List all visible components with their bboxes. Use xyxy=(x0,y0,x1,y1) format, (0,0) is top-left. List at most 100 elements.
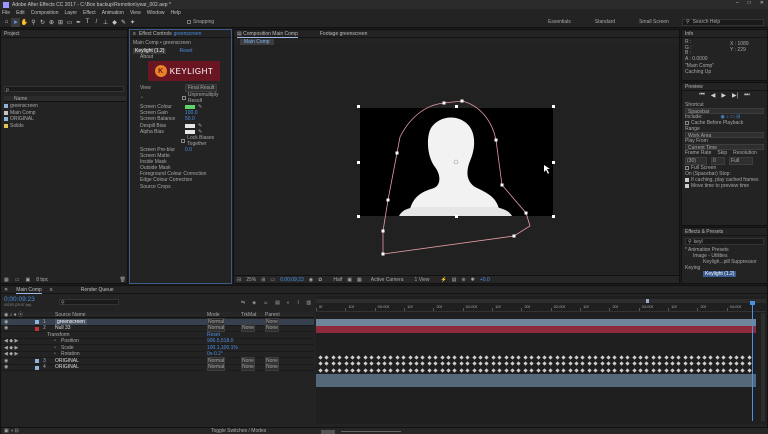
prop-value[interactable]: 0.0 xyxy=(185,147,192,153)
menu-layer[interactable]: Layer xyxy=(64,10,77,16)
workspace-small-screen[interactable]: Small Screen xyxy=(639,19,669,25)
layer-name[interactable]: ORIGINAL xyxy=(55,364,79,370)
keyframe-icon[interactable] xyxy=(606,361,611,366)
menu-window[interactable]: Window xyxy=(147,10,165,16)
keyframe-icon[interactable] xyxy=(599,361,605,366)
keyframe-icon[interactable] xyxy=(324,367,330,373)
keyframe-icon[interactable] xyxy=(535,361,541,366)
effects-search-input[interactable]: ⚲ keyl xyxy=(685,238,764,245)
keyframe-icon[interactable] xyxy=(651,354,656,360)
stopwatch-icon[interactable]: ◔ xyxy=(53,345,56,351)
menu-file[interactable]: File xyxy=(2,10,10,16)
keyframes-position[interactable] xyxy=(316,354,756,360)
keyframe-icon[interactable] xyxy=(727,361,733,366)
main-comp-subtab[interactable]: Main Comp xyxy=(240,38,274,45)
views-dropdown[interactable]: 1 View xyxy=(415,277,430,283)
keyframe-icon[interactable] xyxy=(350,367,355,373)
keyframe-icon[interactable] xyxy=(331,367,336,373)
camera-tool-icon[interactable]: ⊕ xyxy=(47,18,56,27)
keyframe-icon[interactable] xyxy=(388,361,394,366)
keyframe-icon[interactable] xyxy=(625,367,630,373)
col-mode[interactable]: Mode xyxy=(207,312,220,318)
keyframe-icon[interactable] xyxy=(363,354,368,360)
keyframe-icon[interactable] xyxy=(644,354,650,360)
keyframe-icon[interactable] xyxy=(363,367,368,373)
keyframe-icon[interactable] xyxy=(695,367,701,373)
keyframe-icon[interactable] xyxy=(318,354,323,360)
keyframe-icon[interactable] xyxy=(331,361,336,366)
keyframe-icon[interactable] xyxy=(740,354,746,360)
keyframe-icon[interactable] xyxy=(670,354,675,360)
keyframe-icon[interactable] xyxy=(484,361,490,366)
keyframe-icon[interactable] xyxy=(497,354,502,360)
keyframe-icon[interactable] xyxy=(580,354,586,360)
type-tool-icon[interactable]: T xyxy=(83,18,92,27)
keyframe-icon[interactable] xyxy=(625,361,630,366)
menu-effect[interactable]: Effect xyxy=(83,10,96,16)
keyframe-icon[interactable] xyxy=(593,354,598,360)
time-ruler[interactable]: 0f 10f 00:00f 10f 20f 01:00f 10f 20f 02:00f 10f 20… xyxy=(316,303,766,312)
keyframe-icon[interactable] xyxy=(587,367,592,373)
keyframe-icon[interactable] xyxy=(369,367,374,373)
keyframe-icon[interactable] xyxy=(343,361,349,366)
keyframe-icon[interactable] xyxy=(375,361,381,366)
layer-row[interactable]: ◉ 4 ORIGINAL Normal None None xyxy=(1,363,314,372)
timeline-timecode[interactable]: 0;00:09:23 xyxy=(4,296,35,303)
keyframe-icon[interactable] xyxy=(350,361,355,366)
trash-icon[interactable]: 🗑 xyxy=(120,277,126,283)
keyframe-icon[interactable] xyxy=(599,354,605,360)
keyframe-icon[interactable] xyxy=(663,354,669,360)
menu-edit[interactable]: Edit xyxy=(16,10,25,16)
interpret-footage-icon[interactable]: ▦ xyxy=(4,277,9,283)
keyframe-icon[interactable] xyxy=(580,367,586,373)
col-trkmat[interactable]: TrkMat xyxy=(241,312,256,318)
despill-bias-swatch[interactable] xyxy=(185,123,195,128)
keyframe-icon[interactable] xyxy=(574,367,579,373)
keyframe-icon[interactable] xyxy=(727,367,733,373)
alpha-bias-swatch[interactable] xyxy=(185,129,195,134)
menu-composition[interactable]: Composition xyxy=(31,10,59,16)
pen-tool-icon[interactable]: ✒ xyxy=(74,18,83,27)
keyframe-icon[interactable] xyxy=(715,367,720,373)
view-dropdown[interactable]: Final Result xyxy=(185,84,218,93)
eraser-tool-icon[interactable]: ◆ xyxy=(110,18,119,27)
keyframe-icon[interactable] xyxy=(676,361,682,366)
keyframe-icon[interactable] xyxy=(356,367,362,373)
keyframe-icon[interactable] xyxy=(689,354,694,360)
timeline-search-input[interactable]: ⚲ xyxy=(59,299,119,306)
home-icon[interactable]: ⌂ xyxy=(2,18,11,27)
keyframe-icon[interactable] xyxy=(516,361,522,366)
keyframe-icon[interactable] xyxy=(708,367,714,373)
close-tab-icon[interactable]: ✕ xyxy=(4,287,8,293)
zoom-tool-icon[interactable]: ⚲ xyxy=(29,18,38,27)
layer-label-color[interactable] xyxy=(35,320,39,324)
keyframe-icon[interactable] xyxy=(395,361,400,366)
keyframe-icon[interactable] xyxy=(747,361,752,366)
keyframe-icon[interactable] xyxy=(414,367,419,373)
main-comp-timeline-tab[interactable]: Main Comp xyxy=(16,287,42,294)
keyframe-icon[interactable] xyxy=(721,367,726,373)
viewer-timecode[interactable]: 0;00;09;23 xyxy=(280,277,304,283)
unpremultiply-checkbox[interactable] xyxy=(182,96,186,101)
fullscreen-checkbox[interactable] xyxy=(685,165,689,170)
keyframe-icon[interactable] xyxy=(503,361,509,366)
keyframe-icon[interactable] xyxy=(465,367,470,373)
keyframe-icon[interactable] xyxy=(491,361,496,366)
frame-rate-dropdown[interactable]: (30) xyxy=(685,156,707,165)
keyframe-icon[interactable] xyxy=(452,354,458,360)
keyframe-icon[interactable] xyxy=(491,354,496,360)
keyframe-icon[interactable] xyxy=(631,354,637,360)
keyframe-icon[interactable] xyxy=(689,367,694,373)
snapping-checkbox[interactable] xyxy=(187,20,191,24)
keyframe-icon[interactable] xyxy=(612,361,618,366)
layer-label-color[interactable] xyxy=(35,365,39,370)
keyframe-icon[interactable] xyxy=(561,361,566,366)
layer-name[interactable]: greenscreen xyxy=(55,318,87,325)
keyframe-icon[interactable] xyxy=(702,361,707,366)
about-link[interactable]: About xyxy=(130,54,231,60)
keyframe-icon[interactable] xyxy=(580,361,586,366)
graph-editor-icon[interactable]: ⌇ xyxy=(297,300,299,306)
keyframe-icon[interactable] xyxy=(337,361,342,366)
safe-zones-icon[interactable]: ⊞ xyxy=(261,277,265,283)
brush-tool-icon[interactable]: / xyxy=(92,18,101,27)
